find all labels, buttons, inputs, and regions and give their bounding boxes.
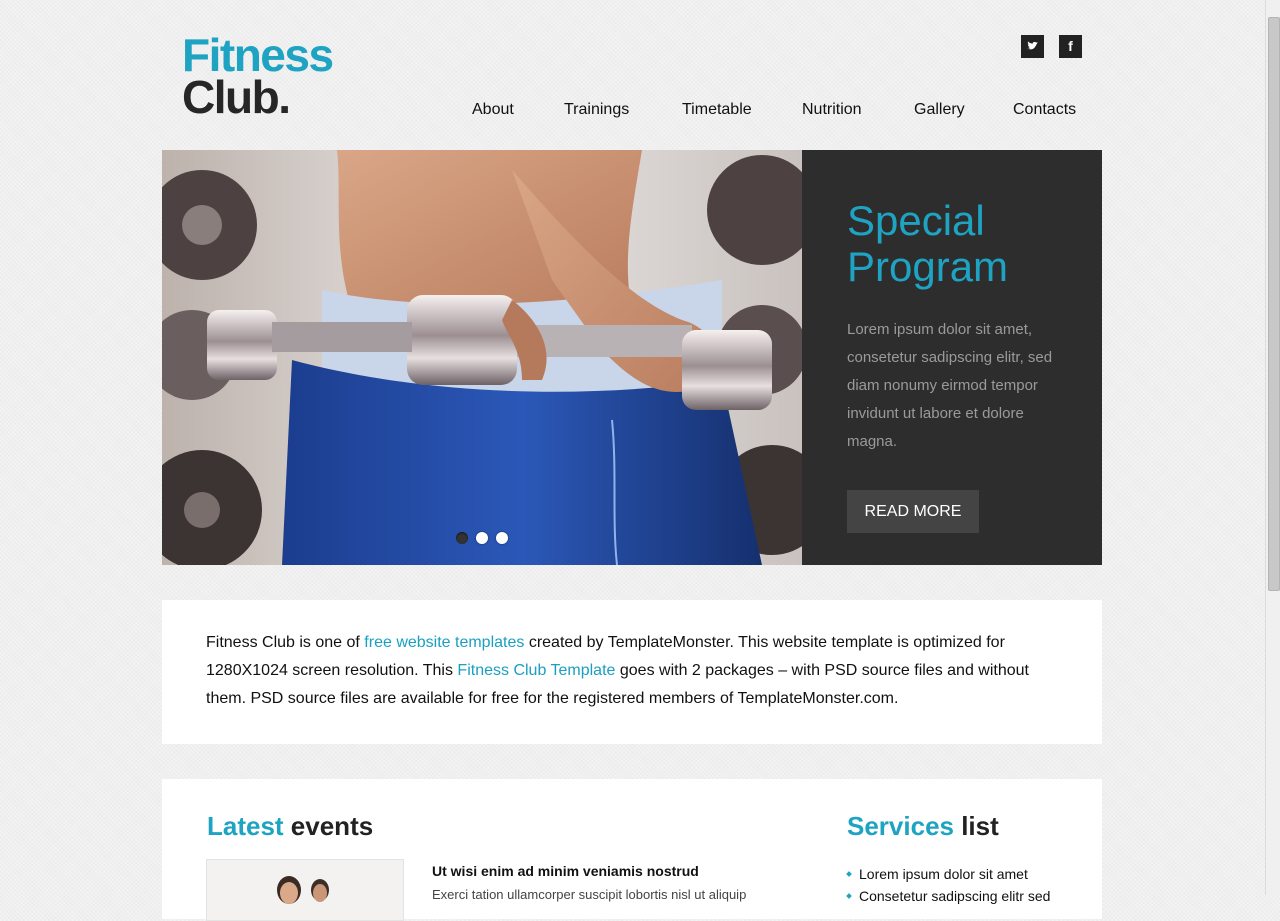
slider-dot-3[interactable] (496, 532, 508, 544)
facebook-icon[interactable]: f (1059, 35, 1082, 58)
nav-item-timetable[interactable]: Timetable (682, 100, 752, 120)
facebook-glyph: f (1068, 38, 1073, 54)
intro-text-part-1: Fitness Club is one of (206, 634, 365, 651)
services-list-heading-rest: list (953, 811, 999, 841)
read-more-button[interactable]: READ MORE (847, 490, 979, 533)
content-section: Latest events Ut wisi enim ad minim veni… (162, 779, 1102, 921)
logo[interactable]: Fitness Club. (182, 30, 362, 122)
latest-events-heading-rest: events (283, 811, 374, 841)
event-title[interactable]: Ut wisi enim ad minim veniamis nostrud (432, 863, 699, 879)
service-item[interactable]: Lorem ipsum dolor sit amet (847, 863, 1050, 885)
services-list-heading-accent: Services (847, 811, 954, 841)
intro-box: Fitness Club is one of free website temp… (162, 600, 1102, 744)
intro-text: Fitness Club is one of free website temp… (206, 629, 1066, 713)
twitter-icon[interactable] (1021, 35, 1044, 58)
twitter-bird-glyph (1027, 41, 1038, 50)
nav-item-contacts[interactable]: Contacts (1013, 100, 1076, 120)
event-thumbnail[interactable] (206, 859, 404, 921)
fitness-club-template-link[interactable]: Fitness Club Template (457, 662, 615, 679)
slider-dot-1[interactable] (456, 532, 468, 544)
free-templates-link[interactable]: free website templates (364, 634, 524, 651)
slider-dot-2[interactable] (476, 532, 488, 544)
logo-text-club: Club. (182, 71, 291, 123)
slider-text: Lorem ipsum dolor sit amet, consetetur s… (847, 321, 1053, 450)
nav-item-about[interactable]: About (472, 100, 514, 120)
service-item[interactable]: Consetetur sadipscing elitr sed (847, 885, 1050, 907)
services-list: Lorem ipsum dolor sit amet Consetetur sa… (847, 863, 1050, 907)
slider-title: Special Program (847, 197, 1009, 290)
vertical-scrollbar[interactable] (1265, 0, 1280, 895)
latest-events-heading: Latest events (207, 809, 373, 843)
slider-panel: Special Program Lorem ipsum dolor sit am… (802, 150, 1102, 565)
services-list-heading: Services list (847, 809, 999, 843)
nav-item-trainings[interactable]: Trainings (564, 100, 629, 120)
nav-item-gallery[interactable]: Gallery (914, 100, 965, 120)
event-photo-illustration (207, 860, 403, 920)
latest-events-heading-accent: Latest (207, 811, 284, 841)
slider-photo-illustration (162, 150, 802, 565)
scrollbar-thumb[interactable] (1268, 17, 1280, 591)
slider-image (162, 150, 802, 565)
nav-item-nutrition[interactable]: Nutrition (802, 100, 862, 120)
